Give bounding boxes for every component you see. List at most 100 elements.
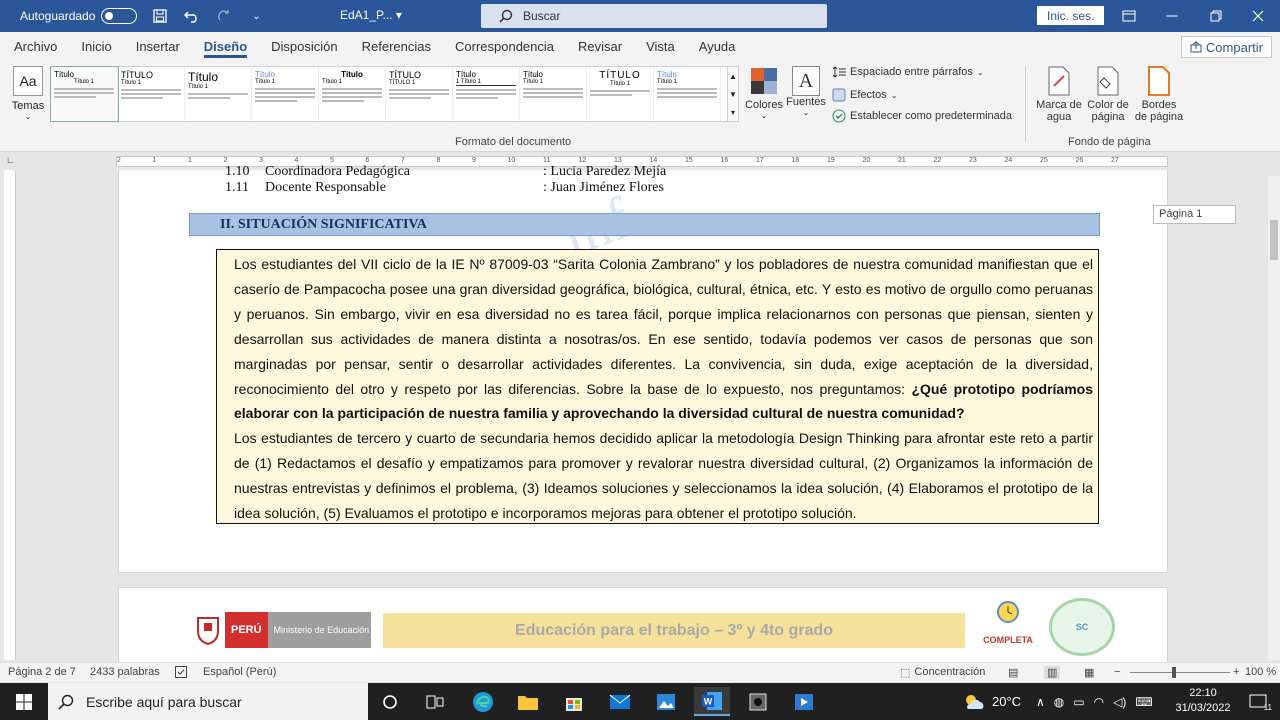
- signin-button[interactable]: Inic. ses.: [1037, 6, 1105, 25]
- ruler-number: 21: [898, 157, 906, 164]
- chevron-up-icon[interactable]: ∧: [1036, 695, 1045, 709]
- page-count[interactable]: Página 2 de 7: [8, 666, 76, 678]
- windows-start-icon[interactable]: [6, 687, 42, 716]
- tab-insertar[interactable]: Insertar: [124, 32, 192, 60]
- battery-icon[interactable]: ▭: [1073, 695, 1084, 709]
- tab-revisar[interactable]: Revisar: [566, 32, 634, 60]
- tab-correspondencia[interactable]: Correspondencia: [443, 32, 566, 60]
- tab-referencias[interactable]: Referencias: [350, 32, 443, 60]
- colores-label: Colores: [745, 99, 783, 111]
- ruler-number: 8: [436, 157, 441, 164]
- autosave-control[interactable]: Autoguardado: [20, 8, 138, 24]
- vertical-ruler[interactable]: [4, 170, 16, 660]
- style-set-thumbnail[interactable]: TÍTULO TÍTULO 1: [386, 67, 453, 121]
- save-icon[interactable]: [151, 7, 169, 25]
- web-layout-icon[interactable]: ▦: [1084, 666, 1094, 679]
- close-icon[interactable]: [1236, 0, 1280, 32]
- situation-textbox[interactable]: Los estudiantes del VII ciclo de la IE N…: [216, 249, 1099, 524]
- minimize-icon[interactable]: [1150, 0, 1194, 32]
- tab-vista[interactable]: Vista: [634, 32, 687, 60]
- tab-ayuda[interactable]: Ayuda: [687, 32, 748, 60]
- fuentes-button[interactable]: A Fuentes ⌄: [786, 66, 826, 117]
- powerpoint-icon[interactable]: [786, 687, 822, 716]
- watermark-button[interactable]: Marca de agua: [1034, 66, 1084, 123]
- recorder-icon[interactable]: [740, 687, 776, 716]
- file-explorer-icon[interactable]: [510, 687, 546, 716]
- document-page[interactable]: inf 1.10 Coordinadora Pedagógica : Lucia…: [118, 164, 1168, 573]
- style-set-thumbnail[interactable]: Título Título 1: [319, 67, 386, 121]
- item-number: 1.11: [225, 180, 249, 195]
- photos-icon[interactable]: [648, 687, 684, 716]
- autosave-toggle[interactable]: [101, 8, 138, 24]
- customize-toolbar-icon[interactable]: ⌄: [247, 7, 265, 25]
- taskbar-search[interactable]: Escribe aquí para buscar: [48, 683, 368, 720]
- keyboard-icon[interactable]: ⌨: [1135, 695, 1152, 709]
- weather-widget[interactable]: 20°C: [962, 683, 1021, 720]
- page-color-button[interactable]: Color de página: [1085, 66, 1131, 123]
- focus-mode-button[interactable]: ⬚ Concentración: [900, 666, 985, 679]
- chevron-up-icon[interactable]: ▲: [729, 72, 737, 81]
- zoom-level[interactable]: 100 %: [1245, 666, 1276, 678]
- themes-icon: Aa: [13, 66, 43, 96]
- search-icon: [499, 9, 513, 23]
- tab-archivo[interactable]: Archivo: [0, 32, 69, 60]
- document-name[interactable]: EdA1_P... ▾: [340, 8, 402, 22]
- share-button[interactable]: Compartir: [1180, 36, 1272, 58]
- page-borders-button[interactable]: Bordes de página: [1134, 66, 1184, 123]
- clock[interactable]: 22:10 31/03/2022: [1170, 686, 1236, 716]
- effects-button[interactable]: Efectos ⌄: [832, 88, 897, 102]
- maximize-icon[interactable]: [1194, 0, 1238, 32]
- print-layout-icon[interactable]: ▥: [1044, 666, 1061, 679]
- proofing-icon[interactable]: [175, 666, 187, 681]
- tab-selector-icon[interactable]: ∟: [6, 155, 15, 165]
- cortana-icon[interactable]: [372, 687, 408, 716]
- redo-icon[interactable]: [215, 7, 233, 25]
- zoom-in-icon[interactable]: +: [1233, 666, 1239, 678]
- word-count[interactable]: 2433 palabras: [90, 666, 160, 678]
- chevron-down-icon[interactable]: ▼: [729, 90, 737, 99]
- gallery-scroll[interactable]: ▲ ▼ ▾: [727, 66, 739, 122]
- mail-icon[interactable]: [602, 687, 638, 716]
- list-item: 1.11 Docente Responsable : Juan Jiménez …: [225, 180, 664, 196]
- document-page[interactable]: PERÚ Ministerio de Educación Educación p…: [118, 587, 1168, 667]
- paragraph-spacing-button[interactable]: Espaciado entre párrafos ⌄: [832, 66, 984, 78]
- zoom-slider[interactable]: [1130, 672, 1230, 673]
- temas-button[interactable]: Aa Temas ⌄: [10, 66, 46, 121]
- volume-icon[interactable]: ◁): [1113, 695, 1126, 709]
- read-mode-icon[interactable]: ▤: [1008, 666, 1018, 679]
- style-set-thumbnail[interactable]: Título Título 1: [50, 66, 119, 122]
- ruler-number: 13: [614, 157, 622, 164]
- paragraph-text: Los estudiantes de tercero y cuarto de s…: [234, 430, 1093, 522]
- task-view-icon[interactable]: [417, 687, 453, 716]
- scrollbar-thumb[interactable]: [1270, 220, 1278, 260]
- meet-now-icon[interactable]: ◍: [1054, 695, 1064, 709]
- tab-diseno[interactable]: Diseño: [192, 32, 259, 60]
- tab-disposicion[interactable]: Disposición: [259, 32, 349, 60]
- search-box[interactable]: Buscar: [481, 4, 827, 28]
- undo-icon[interactable]: [183, 7, 201, 25]
- store-icon[interactable]: [556, 687, 592, 716]
- tab-inicio[interactable]: Inicio: [69, 32, 123, 60]
- ribbon-display-options-icon[interactable]: [1107, 0, 1151, 32]
- colores-button[interactable]: Colores ⌄: [745, 66, 783, 120]
- notification-icon[interactable]: 11: [1240, 687, 1276, 716]
- set-default-button[interactable]: Establecer como predeterminada: [832, 109, 1012, 123]
- style-set-thumbnail[interactable]: Título Título 1: [252, 67, 319, 121]
- svg-text:W: W: [704, 696, 713, 706]
- style-set-thumbnail[interactable]: TÍTULO Título 1: [587, 67, 654, 121]
- language-indicator[interactable]: Español (Perú): [203, 666, 276, 678]
- ruler-number: 11: [543, 157, 551, 164]
- word-icon[interactable]: W: [694, 687, 730, 716]
- edge-icon[interactable]: [465, 687, 501, 716]
- vertical-scrollbar[interactable]: [1268, 176, 1280, 660]
- style-set-thumbnail[interactable]: Título Título 1: [520, 67, 587, 121]
- style-set-thumbnail[interactable]: Título 1 Título 1: [453, 67, 520, 121]
- style-set-thumbnail[interactable]: TÍTULO Título 1: [118, 67, 185, 121]
- section-heading: II. SITUACIÓN SIGNIFICATIVA: [189, 213, 1100, 236]
- zoom-out-icon[interactable]: −: [1114, 666, 1120, 678]
- network-icon[interactable]: ◠: [1094, 695, 1104, 709]
- zoom-slider-thumb[interactable]: [1172, 667, 1176, 678]
- style-set-thumbnail[interactable]: Título Título 1: [185, 67, 252, 121]
- gallery-expand-icon[interactable]: ▾: [731, 108, 735, 117]
- style-set-thumbnail[interactable]: Título Título 1: [654, 67, 721, 121]
